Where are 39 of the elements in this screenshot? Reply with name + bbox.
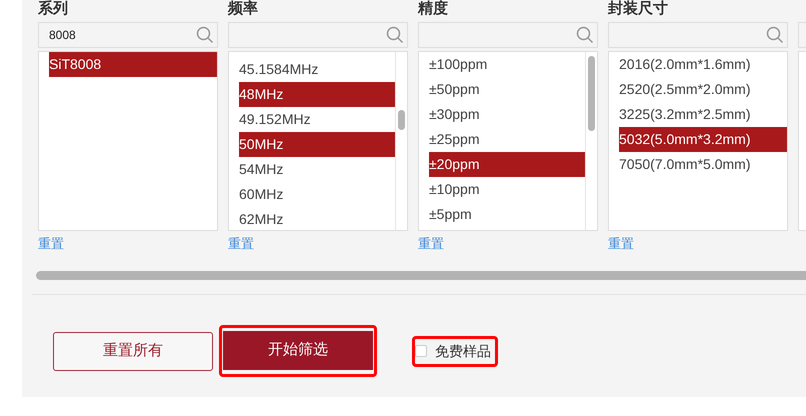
search-field[interactable]: 8008: [38, 22, 218, 48]
option-item[interactable]: 2016(2.0mm*1.6mm): [619, 52, 787, 77]
option-item[interactable]: ±30ppm: [429, 102, 585, 127]
option-item[interactable]: ±25ppm: [429, 127, 585, 152]
search-field[interactable]: [418, 22, 598, 48]
option-item[interactable]: ±100ppm: [429, 52, 585, 77]
search-icon: [386, 26, 404, 44]
filter-title: 系列: [38, 0, 69, 18]
option-item[interactable]: ±5ppm: [429, 202, 585, 227]
option-item[interactable]: ±20ppm: [429, 152, 585, 177]
filter-title: 精度: [418, 0, 449, 18]
option-item[interactable]: 5032(5.0mm*3.2mm): [619, 127, 787, 152]
option-item[interactable]: 2520(2.5mm*2.0mm): [619, 77, 787, 102]
horizontal-scrollbar[interactable]: [36, 271, 806, 280]
scrollbar[interactable]: [395, 52, 407, 230]
search-field[interactable]: [228, 22, 408, 48]
option-item[interactable]: 49.152MHz: [239, 107, 395, 132]
filter-title: 封装尺寸: [608, 0, 669, 18]
free-sample-checkbox[interactable]: [415, 345, 427, 357]
option-item[interactable]: SiT8008: [49, 52, 217, 77]
free-sample-label: 免费样品: [435, 342, 491, 360]
option-item[interactable]: 7050(7.0mm*5.0mm): [619, 152, 787, 177]
search-icon: [196, 26, 214, 44]
option-item[interactable]: 50MHz: [239, 132, 395, 157]
option-item[interactable]: 3225(3.2mm*2.5mm): [619, 102, 787, 127]
search-icon: [576, 26, 594, 44]
option-item[interactable]: ±10ppm: [429, 177, 585, 202]
search-field[interactable]: [608, 22, 788, 48]
scrollbar[interactable]: [585, 52, 597, 230]
option-item[interactable]: 54MHz: [239, 157, 395, 182]
option-item[interactable]: 45.1584MHz: [239, 57, 395, 82]
option-item[interactable]: 62MHz: [239, 207, 395, 230]
option-item[interactable]: ±50ppm: [429, 77, 585, 102]
reset-all-button[interactable]: 重置所有: [53, 332, 213, 370]
search-icon: [766, 26, 784, 44]
filter-title: 频率: [228, 0, 259, 18]
option-item[interactable]: 48MHz: [239, 82, 395, 107]
start-filter-button[interactable]: 开始筛选: [223, 331, 373, 370]
option-item[interactable]: 60MHz: [239, 182, 395, 207]
